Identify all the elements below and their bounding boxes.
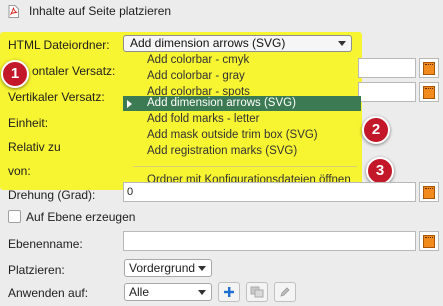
- rotation-ruler-button[interactable]: [419, 182, 439, 202]
- create-on-layer-checkbox[interactable]: [8, 210, 21, 223]
- vertical-ruler-button[interactable]: [419, 82, 439, 102]
- panel-header: Inhalte auf Seite platzieren: [8, 3, 171, 19]
- ruler-icon: [423, 61, 435, 75]
- rotation-input[interactable]: 0: [123, 182, 416, 202]
- ruler-icon: [423, 85, 435, 99]
- html-folder-select-value: Add dimension arrows (SVG): [130, 36, 286, 50]
- dropdown-item[interactable]: Add registration marks (SVG): [123, 144, 361, 159]
- dropdown-item-selected-label: Add dimension arrows (SVG): [147, 97, 296, 109]
- place-select-value: Vordergrund: [129, 261, 196, 275]
- apply-to-label: Anwenden auf:: [8, 286, 89, 300]
- ruler-icon: [423, 185, 435, 199]
- chevron-down-icon: [198, 266, 206, 271]
- chevron-down-icon: [198, 290, 206, 295]
- step-badge-3: 3: [366, 157, 394, 185]
- copy-button[interactable]: [246, 282, 268, 302]
- layer-name-input[interactable]: [123, 231, 416, 251]
- layer-name-label: Ebenenname:: [8, 237, 83, 251]
- edit-button[interactable]: [274, 282, 296, 302]
- dropdown-separator: [133, 166, 357, 167]
- from-label: von:: [8, 164, 31, 178]
- dropdown-item[interactable]: Add fold marks - letter: [123, 112, 361, 127]
- dropdown-item-selected[interactable]: Add dimension arrows (SVG): [123, 96, 361, 111]
- ruler-icon: [423, 234, 435, 248]
- place-select[interactable]: Vordergrund: [124, 259, 212, 277]
- step-badge-2: 2: [362, 116, 390, 144]
- horizontal-ruler-button[interactable]: [419, 58, 439, 78]
- relative-to-label: Relativ zu: [8, 140, 61, 154]
- dropdown-item[interactable]: Add colorbar - cmyk: [123, 53, 361, 68]
- horizontal-offset-input[interactable]: [358, 58, 416, 78]
- html-folder-select[interactable]: Add dimension arrows (SVG): [123, 35, 352, 52]
- panel-title: Inhalte auf Seite platzieren: [29, 4, 172, 18]
- create-on-layer-label: Auf Ebene erzeugen: [26, 210, 136, 224]
- pointer-icon: [127, 100, 132, 108]
- dropdown-item[interactable]: Add mask outside trim box (SVG): [123, 128, 361, 143]
- pdf-icon: [8, 4, 19, 18]
- horizontal-offset-label: ontaler Versatz:: [32, 64, 116, 78]
- rotation-label: Drehung (Grad):: [8, 188, 96, 202]
- copy-pages-icon: [250, 286, 264, 298]
- html-folder-label: HTML Dateiordner:: [8, 38, 110, 52]
- apply-to-select[interactable]: Alle: [124, 283, 212, 301]
- plus-icon: [224, 287, 234, 297]
- vertical-offset-input[interactable]: [358, 82, 416, 102]
- step-badge-1: 1: [1, 60, 29, 88]
- html-folder-dropdown: Add colorbar - cmyk Add colorbar - gray …: [123, 51, 361, 190]
- unit-label: Einheit:: [8, 116, 49, 130]
- dropdown-item[interactable]: Add colorbar - gray: [123, 69, 361, 84]
- apply-to-select-value: Alle: [129, 285, 150, 299]
- vertical-offset-label: Vertikaler Versatz:: [8, 90, 105, 104]
- add-page-range-button[interactable]: [218, 282, 240, 302]
- layer-name-ruler-button[interactable]: [419, 231, 439, 251]
- place-label: Platzieren:: [8, 263, 65, 277]
- pencil-icon: [280, 287, 290, 297]
- chevron-down-icon: [338, 41, 346, 46]
